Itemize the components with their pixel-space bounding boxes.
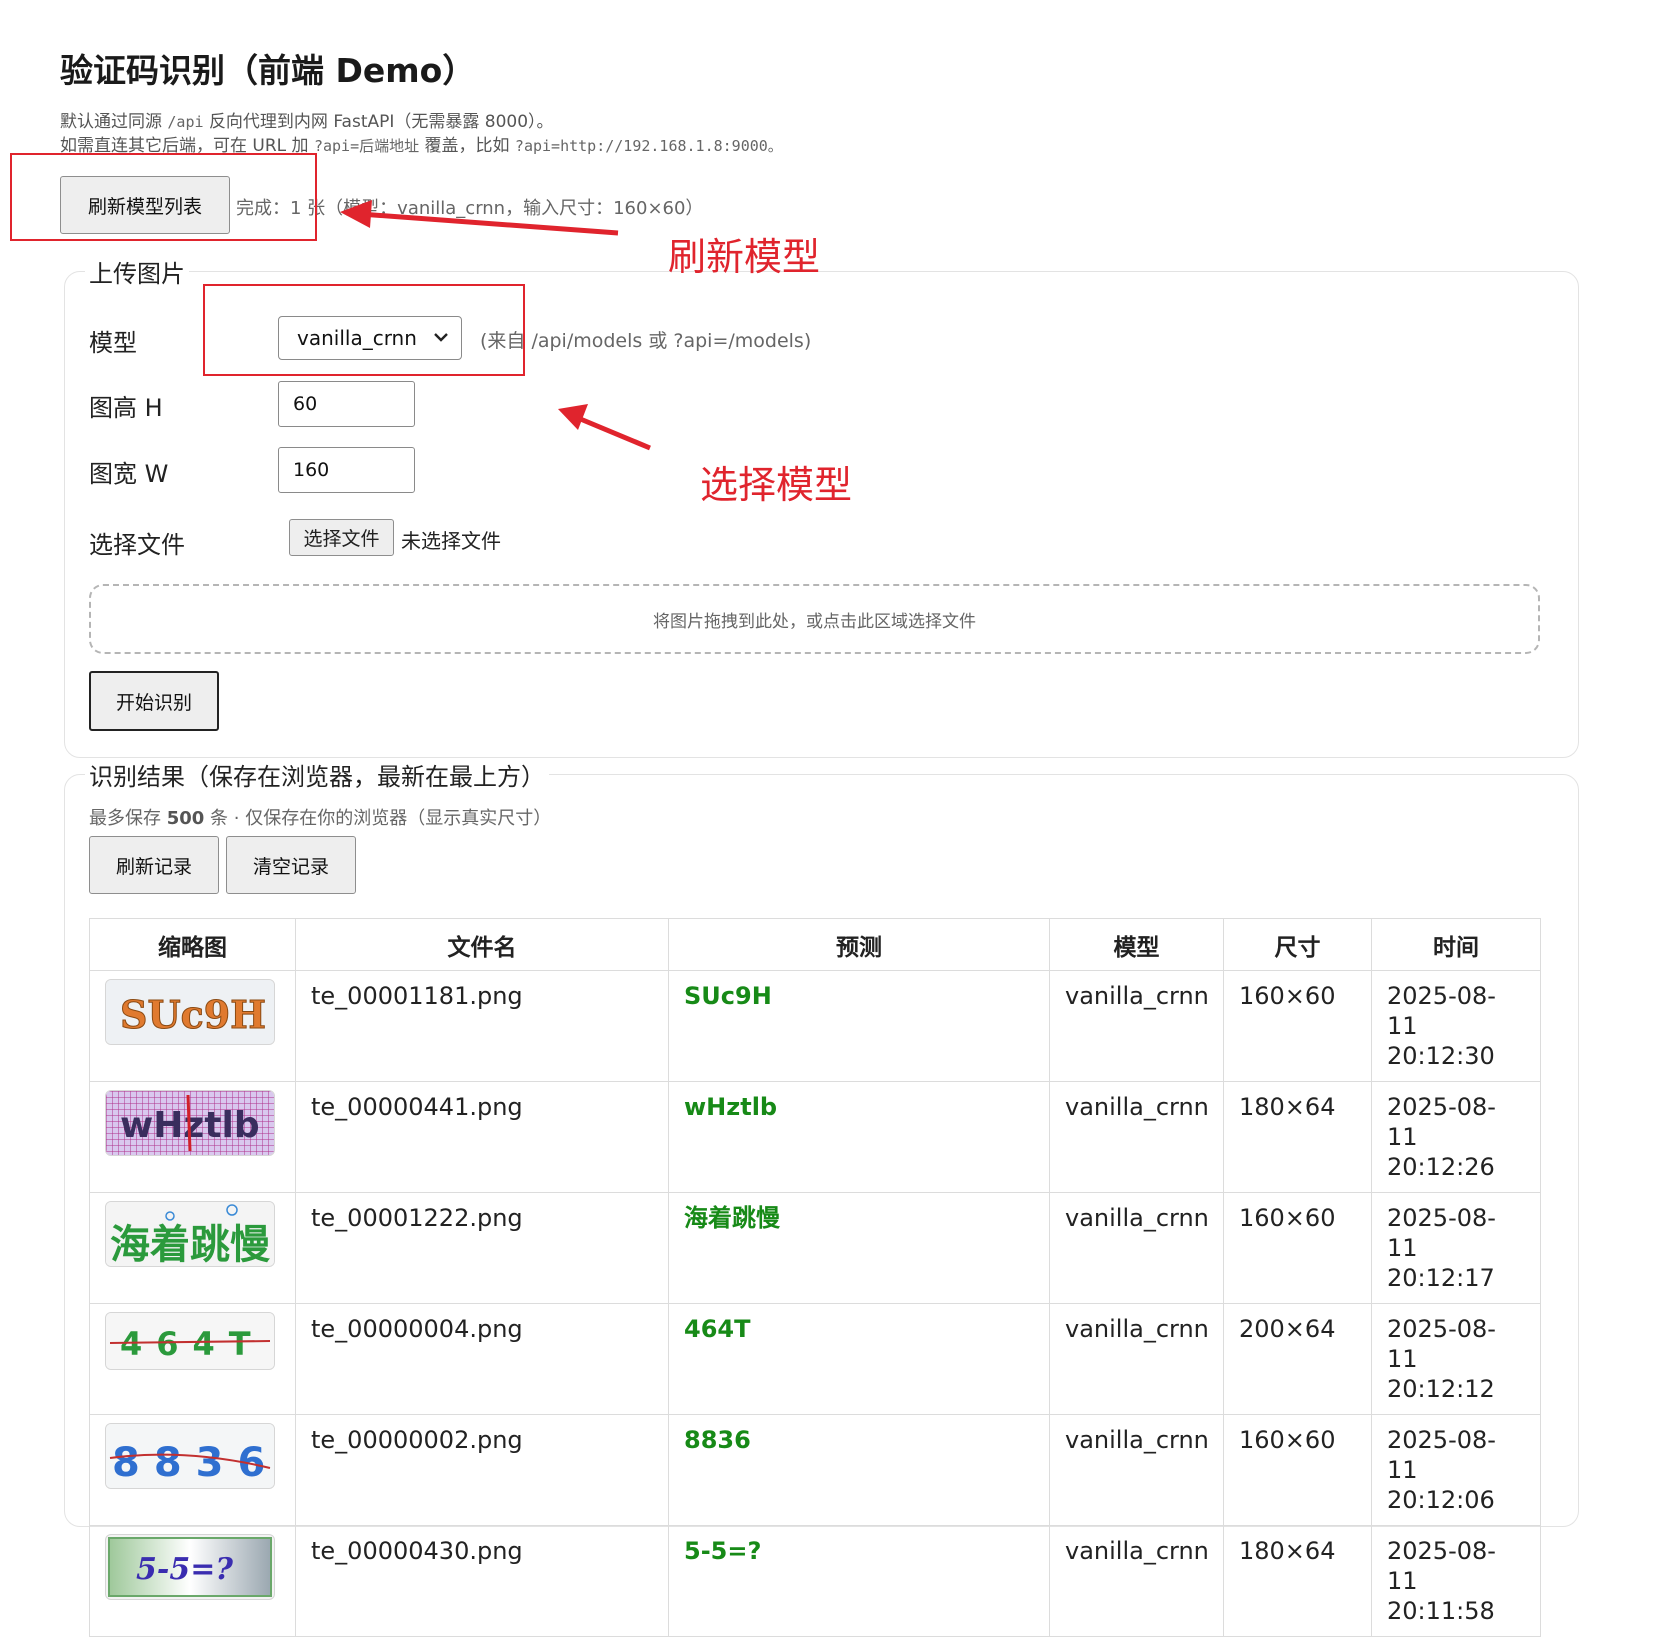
api-example-code: ?api=http://192.168.1.8:9000。 xyxy=(514,137,783,155)
clear-records-button[interactable]: 清空记录 xyxy=(226,836,356,894)
captcha-thumbnail[interactable]: SUc9H xyxy=(105,979,275,1045)
start-recognition-button[interactable]: 开始识别 xyxy=(89,671,219,731)
column-header-thumbnail: 缩略图 xyxy=(89,918,296,971)
prediction-cell: 海着跳慢 xyxy=(668,1192,1050,1304)
annotation-box-refresh xyxy=(10,153,317,241)
model-cell: vanilla_crnn xyxy=(1049,1525,1224,1637)
size-cell: 160×60 xyxy=(1223,970,1372,1082)
dropzone[interactable]: 将图片拖拽到此处，或点击此区域选择文件 xyxy=(89,584,1540,654)
results-note: 最多保存 500 条 · 仅保存在你的浏览器（显示真实尺寸） xyxy=(89,808,552,829)
filename-cell: te_00001181.png xyxy=(295,970,669,1082)
model-cell: vanilla_crnn xyxy=(1049,1414,1224,1526)
dropzone-text: 将图片拖拽到此处，或点击此区域选择文件 xyxy=(653,611,976,632)
time-cell: 2025-08-11 20:12:26 xyxy=(1371,1081,1541,1193)
upload-legend: 上传图片 xyxy=(89,260,185,288)
file-status: 未选择文件 xyxy=(401,529,501,553)
table-row: 海着跳慢 te_00001222.png 海着跳慢 vanilla_crnn 1… xyxy=(89,1192,1541,1304)
column-header-model: 模型 xyxy=(1049,918,1224,971)
results-legend: 识别结果（保存在浏览器，最新在最上方） xyxy=(89,763,545,791)
time-cell: 2025-08-11 20:12:12 xyxy=(1371,1303,1541,1415)
model-source-hint: (来自 /api/models 或 ?api=/models) xyxy=(480,330,812,352)
filename-cell: te_00000002.png xyxy=(295,1414,669,1526)
prediction-cell: 8836 xyxy=(668,1414,1050,1526)
time-cell: 2025-08-11 20:11:58 xyxy=(1371,1525,1541,1637)
filename-cell: te_00000004.png xyxy=(295,1303,669,1415)
table-row: wHztlb te_00000441.png wHztlb vanilla_cr… xyxy=(89,1081,1541,1193)
annotation-refresh-model: 刷新模型 xyxy=(668,235,821,279)
prediction-cell: SUc9H xyxy=(668,970,1050,1082)
svg-text:464T: 464T xyxy=(120,1325,265,1363)
model-cell: vanilla_crnn xyxy=(1049,1303,1224,1415)
intro-text: 默认通过同源 /api 反向代理到内网 FastAPI（无需暴露 8000）。 … xyxy=(60,110,783,158)
column-header-time: 时间 xyxy=(1371,918,1541,971)
model-cell: vanilla_crnn xyxy=(1049,970,1224,1082)
time-cell: 2025-08-11 20:12:06 xyxy=(1371,1414,1541,1526)
captcha-thumbnail[interactable]: 海着跳慢 xyxy=(105,1201,275,1267)
svg-text:海着跳慢: 海着跳慢 xyxy=(110,1222,270,1266)
table-row: SUc9H te_00001181.png SUc9H vanilla_crnn… xyxy=(89,970,1541,1082)
column-header-filename: 文件名 xyxy=(295,918,669,971)
choose-file-button[interactable]: 选择文件 xyxy=(289,519,394,556)
height-label: 图高 H xyxy=(89,394,163,422)
results-table: 缩略图 文件名 预测 模型 尺寸 时间 SUc9H te_00001181.pn… xyxy=(89,918,1541,1637)
time-cell: 2025-08-11 20:12:17 xyxy=(1371,1192,1541,1304)
width-input[interactable] xyxy=(278,447,415,493)
max-records-count: 500 xyxy=(166,808,205,829)
height-input[interactable] xyxy=(278,381,415,427)
size-cell: 180×64 xyxy=(1223,1525,1372,1637)
captcha-thumbnail[interactable]: wHztlb xyxy=(105,1090,275,1156)
filename-cell: te_00000441.png xyxy=(295,1081,669,1193)
table-row: 5-5=? te_00000430.png 5-5=? vanilla_crnn… xyxy=(89,1525,1541,1637)
table-row: 464T te_00000004.png 464T vanilla_crnn 2… xyxy=(89,1303,1541,1415)
filename-cell: te_00000430.png xyxy=(295,1525,669,1637)
annotation-select-model: 选择模型 xyxy=(700,463,853,507)
size-cell: 160×60 xyxy=(1223,1192,1372,1304)
prediction-cell: 464T xyxy=(668,1303,1050,1415)
api-param-code: ?api=后端地址 xyxy=(313,137,420,155)
size-cell: 200×64 xyxy=(1223,1303,1372,1415)
file-label: 选择文件 xyxy=(89,531,185,559)
model-cell: vanilla_crnn xyxy=(1049,1081,1224,1193)
model-label: 模型 xyxy=(89,329,137,357)
column-header-size: 尺寸 xyxy=(1223,918,1372,971)
svg-text:SUc9H: SUc9H xyxy=(120,992,266,1037)
captcha-thumbnail[interactable]: 8836 xyxy=(105,1423,275,1489)
size-cell: 180×64 xyxy=(1223,1081,1372,1193)
model-cell: vanilla_crnn xyxy=(1049,1192,1224,1304)
size-cell: 160×60 xyxy=(1223,1414,1372,1526)
prediction-cell: 5-5=? xyxy=(668,1525,1050,1637)
page-title: 验证码识别（前端 Demo） xyxy=(60,51,476,90)
table-row: 8836 te_00000002.png 8836 vanilla_crnn 1… xyxy=(89,1414,1541,1526)
annotation-box-model xyxy=(203,284,525,376)
api-path-code: /api xyxy=(167,113,204,131)
intro-line-1: 默认通过同源 /api 反向代理到内网 FastAPI（无需暴露 8000）。 xyxy=(60,112,554,132)
captcha-thumbnail[interactable]: 464T xyxy=(105,1312,275,1370)
filename-cell: te_00001222.png xyxy=(295,1192,669,1304)
width-label: 图宽 W xyxy=(89,460,169,488)
prediction-cell: wHztlb xyxy=(668,1081,1050,1193)
svg-text:5-5=?: 5-5=? xyxy=(136,1552,233,1587)
table-header-row: 缩略图 文件名 预测 模型 尺寸 时间 xyxy=(89,918,1541,971)
captcha-thumbnail[interactable]: 5-5=? xyxy=(105,1534,275,1600)
column-header-prediction: 预测 xyxy=(668,918,1050,971)
time-cell: 2025-08-11 20:12:30 xyxy=(1371,970,1541,1082)
refresh-records-button[interactable]: 刷新记录 xyxy=(89,836,219,894)
